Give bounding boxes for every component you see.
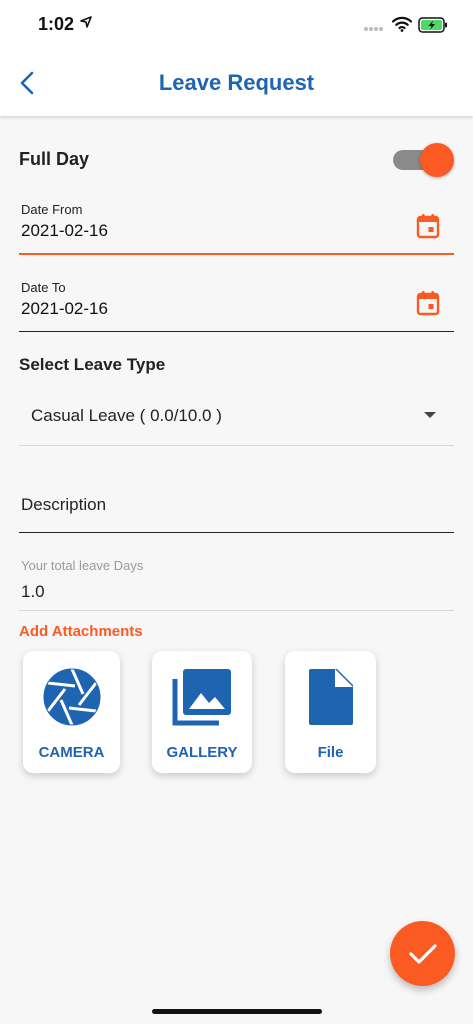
dropdown-caret-icon	[424, 412, 436, 418]
total-leave-days-value: 1.0	[21, 582, 45, 601]
date-from-value: 2021-02-16	[21, 221, 108, 240]
attachments-title: Add Attachments	[19, 623, 143, 640]
leave-type-dropdown[interactable]: Casual Leave ( 0.0/10.0 )	[19, 390, 454, 446]
wifi-icon	[392, 16, 412, 32]
checkmark-icon	[408, 943, 437, 964]
total-leave-days-field: Your total leave Days 1.0	[19, 556, 454, 611]
full-day-toggle[interactable]	[393, 143, 455, 177]
location-arrow-icon	[80, 16, 92, 28]
description-placeholder: Description	[21, 495, 107, 514]
calendar-icon[interactable]	[416, 213, 440, 239]
file-label: File	[317, 744, 344, 761]
full-day-label: Full Day	[19, 149, 90, 169]
calendar-icon[interactable]	[416, 290, 440, 316]
camera-label: CAMERA	[38, 744, 105, 761]
battery-icon	[418, 17, 447, 33]
submit-button[interactable]	[390, 921, 455, 986]
signal-icon	[364, 27, 383, 31]
gallery-label: GALLERY	[166, 744, 238, 761]
date-to-label: Date To	[21, 280, 66, 295]
status-time: 1:02	[38, 14, 75, 34]
camera-button[interactable]: CAMERA	[23, 651, 120, 773]
date-from-label: Date From	[21, 202, 83, 217]
page-title: Leave Request	[158, 70, 315, 95]
gallery-button[interactable]: GALLERY	[152, 651, 252, 773]
leave-type-value: Casual Leave ( 0.0/10.0 )	[31, 406, 222, 425]
date-from-field[interactable]: Date From 2021-02-16	[19, 196, 454, 255]
file-icon	[308, 669, 353, 725]
leave-type-label: Select Leave Type	[19, 355, 166, 374]
date-to-field[interactable]: Date To 2021-02-16	[19, 276, 454, 332]
gallery-icon	[172, 669, 231, 726]
toggle-knob	[420, 143, 454, 177]
description-input[interactable]: Description	[19, 475, 454, 533]
home-indicator	[152, 1009, 322, 1014]
app-bar: Leave Request	[0, 50, 473, 116]
total-leave-days-label: Your total leave Days	[21, 558, 144, 573]
file-button[interactable]: File	[285, 651, 376, 773]
status-bar: 1:02	[0, 0, 473, 50]
date-to-value: 2021-02-16	[21, 299, 108, 318]
camera-aperture-icon	[43, 668, 100, 726]
